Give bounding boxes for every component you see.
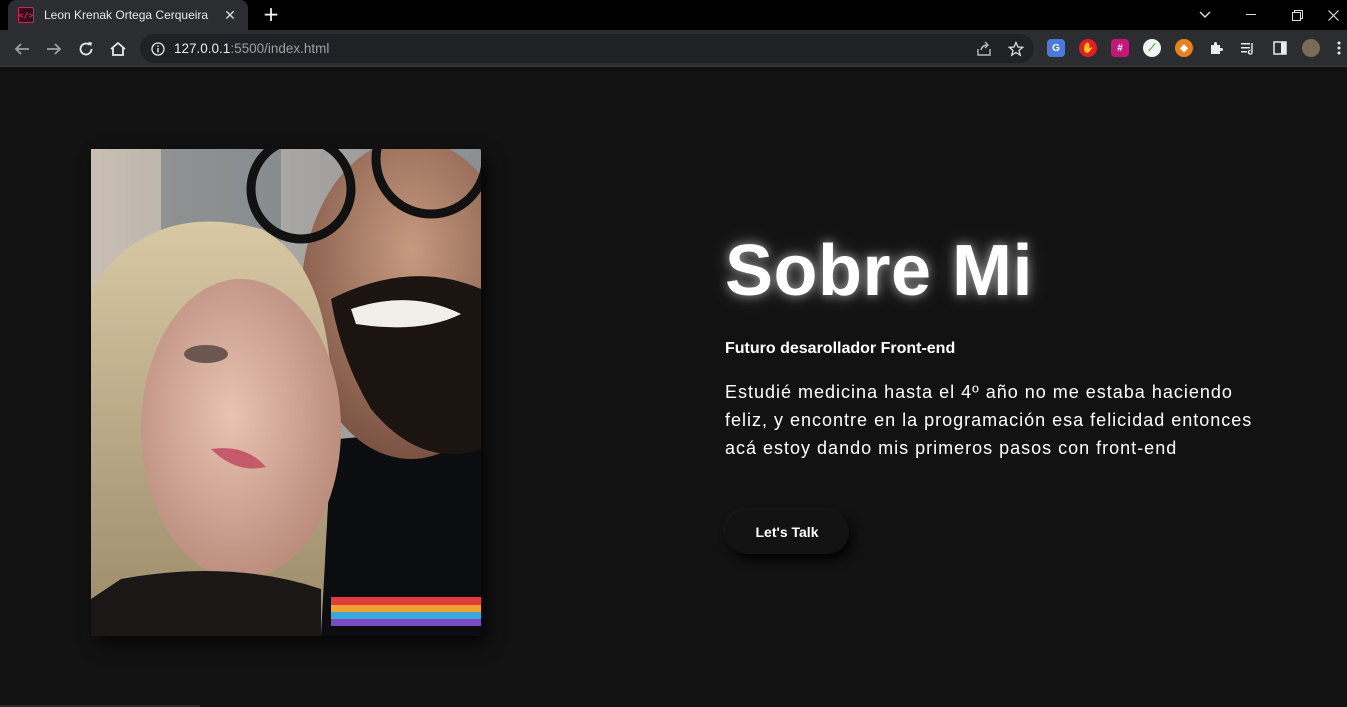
adblock-extension-icon[interactable]: ✋: [1079, 39, 1097, 57]
restore-icon[interactable]: [1274, 0, 1320, 30]
close-tab-icon[interactable]: ✕: [222, 7, 238, 23]
profile-avatar[interactable]: [1302, 39, 1320, 57]
colorzilla-extension-icon[interactable]: ⟋: [1143, 39, 1161, 57]
minimize-icon[interactable]: [1228, 0, 1274, 30]
forward-arrow-icon[interactable]: [41, 36, 67, 62]
bookmark-star-icon[interactable]: [1006, 39, 1026, 59]
address-bar[interactable]: 127.0.0.1:5500/index.html: [140, 34, 1034, 63]
bio-paragraph: Estudié medicina hasta el 4º año no me e…: [725, 382, 1253, 458]
browser-menu-icon[interactable]: [1334, 39, 1344, 57]
tab-strip: </> Leon Krenak Ortega Cerqueira ✕ +: [0, 0, 1347, 30]
back-arrow-icon[interactable]: [9, 36, 35, 62]
tab-search-icon[interactable]: [1182, 0, 1228, 30]
extensions-puzzle-icon[interactable]: [1207, 39, 1225, 57]
side-panel-icon[interactable]: [1271, 39, 1289, 57]
browser-toolbar: 127.0.0.1:5500/index.html G ✋ # ⟋ ◆: [0, 30, 1347, 67]
code-file-icon: </>: [18, 7, 34, 23]
translate-extension-icon[interactable]: G: [1047, 39, 1065, 57]
about-section: Sobre Mi Futuro desarollador Front-end E…: [0, 68, 1347, 707]
metamask-extension-icon[interactable]: ◆: [1175, 39, 1193, 57]
grid-extension-icon[interactable]: #: [1111, 39, 1129, 57]
new-tab-icon[interactable]: +: [260, 4, 282, 26]
tab-title: Leon Krenak Ortega Cerqueira: [44, 8, 209, 22]
close-window-icon[interactable]: [1320, 0, 1347, 30]
url-text: 127.0.0.1:5500/index.html: [174, 41, 330, 56]
profile-photo: [91, 149, 481, 636]
lets-talk-button[interactable]: Let's Talk: [725, 510, 849, 554]
home-icon[interactable]: [105, 36, 131, 62]
about-content: Sobre Mi Futuro desarollador Front-end E…: [725, 231, 1285, 554]
share-icon[interactable]: [974, 39, 994, 59]
site-info-icon[interactable]: [148, 39, 168, 59]
role-subtitle: Futuro desarollador Front-end: [725, 340, 956, 357]
media-control-icon[interactable]: [1239, 39, 1257, 57]
page-title: Sobre Mi: [725, 231, 1034, 311]
reload-icon[interactable]: [73, 36, 99, 62]
browser-tab[interactable]: </> Leon Krenak Ortega Cerqueira ✕: [8, 0, 248, 30]
